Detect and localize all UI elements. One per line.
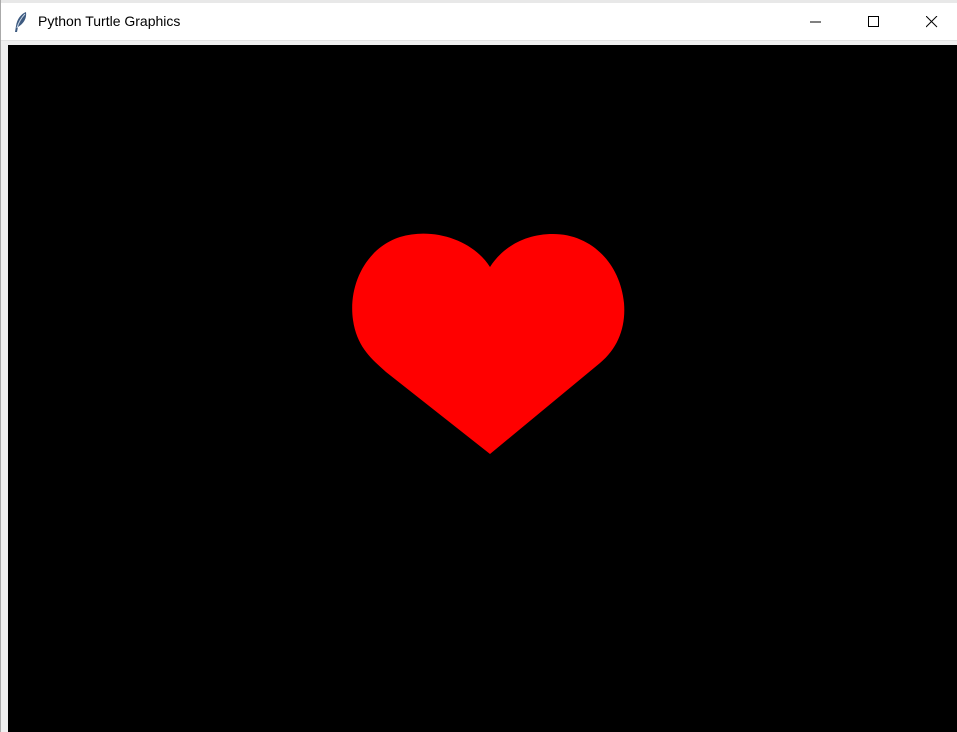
- close-icon: [926, 15, 938, 27]
- minimize-button[interactable]: [793, 3, 839, 40]
- title-bar[interactable]: Python Turtle Graphics: [1, 3, 957, 41]
- maximize-button[interactable]: [851, 3, 897, 40]
- turtle-canvas[interactable]: [8, 45, 957, 732]
- window-title: Python Turtle Graphics: [38, 13, 181, 29]
- maximize-icon: [868, 15, 879, 27]
- close-button[interactable]: [909, 3, 955, 40]
- minimize-icon: [810, 21, 821, 22]
- canvas-frame: [4, 41, 957, 732]
- heart-shape: [352, 233, 625, 454]
- feather-icon: [15, 12, 27, 32]
- turtle-window: Python Turtle Graphics: [0, 0, 957, 732]
